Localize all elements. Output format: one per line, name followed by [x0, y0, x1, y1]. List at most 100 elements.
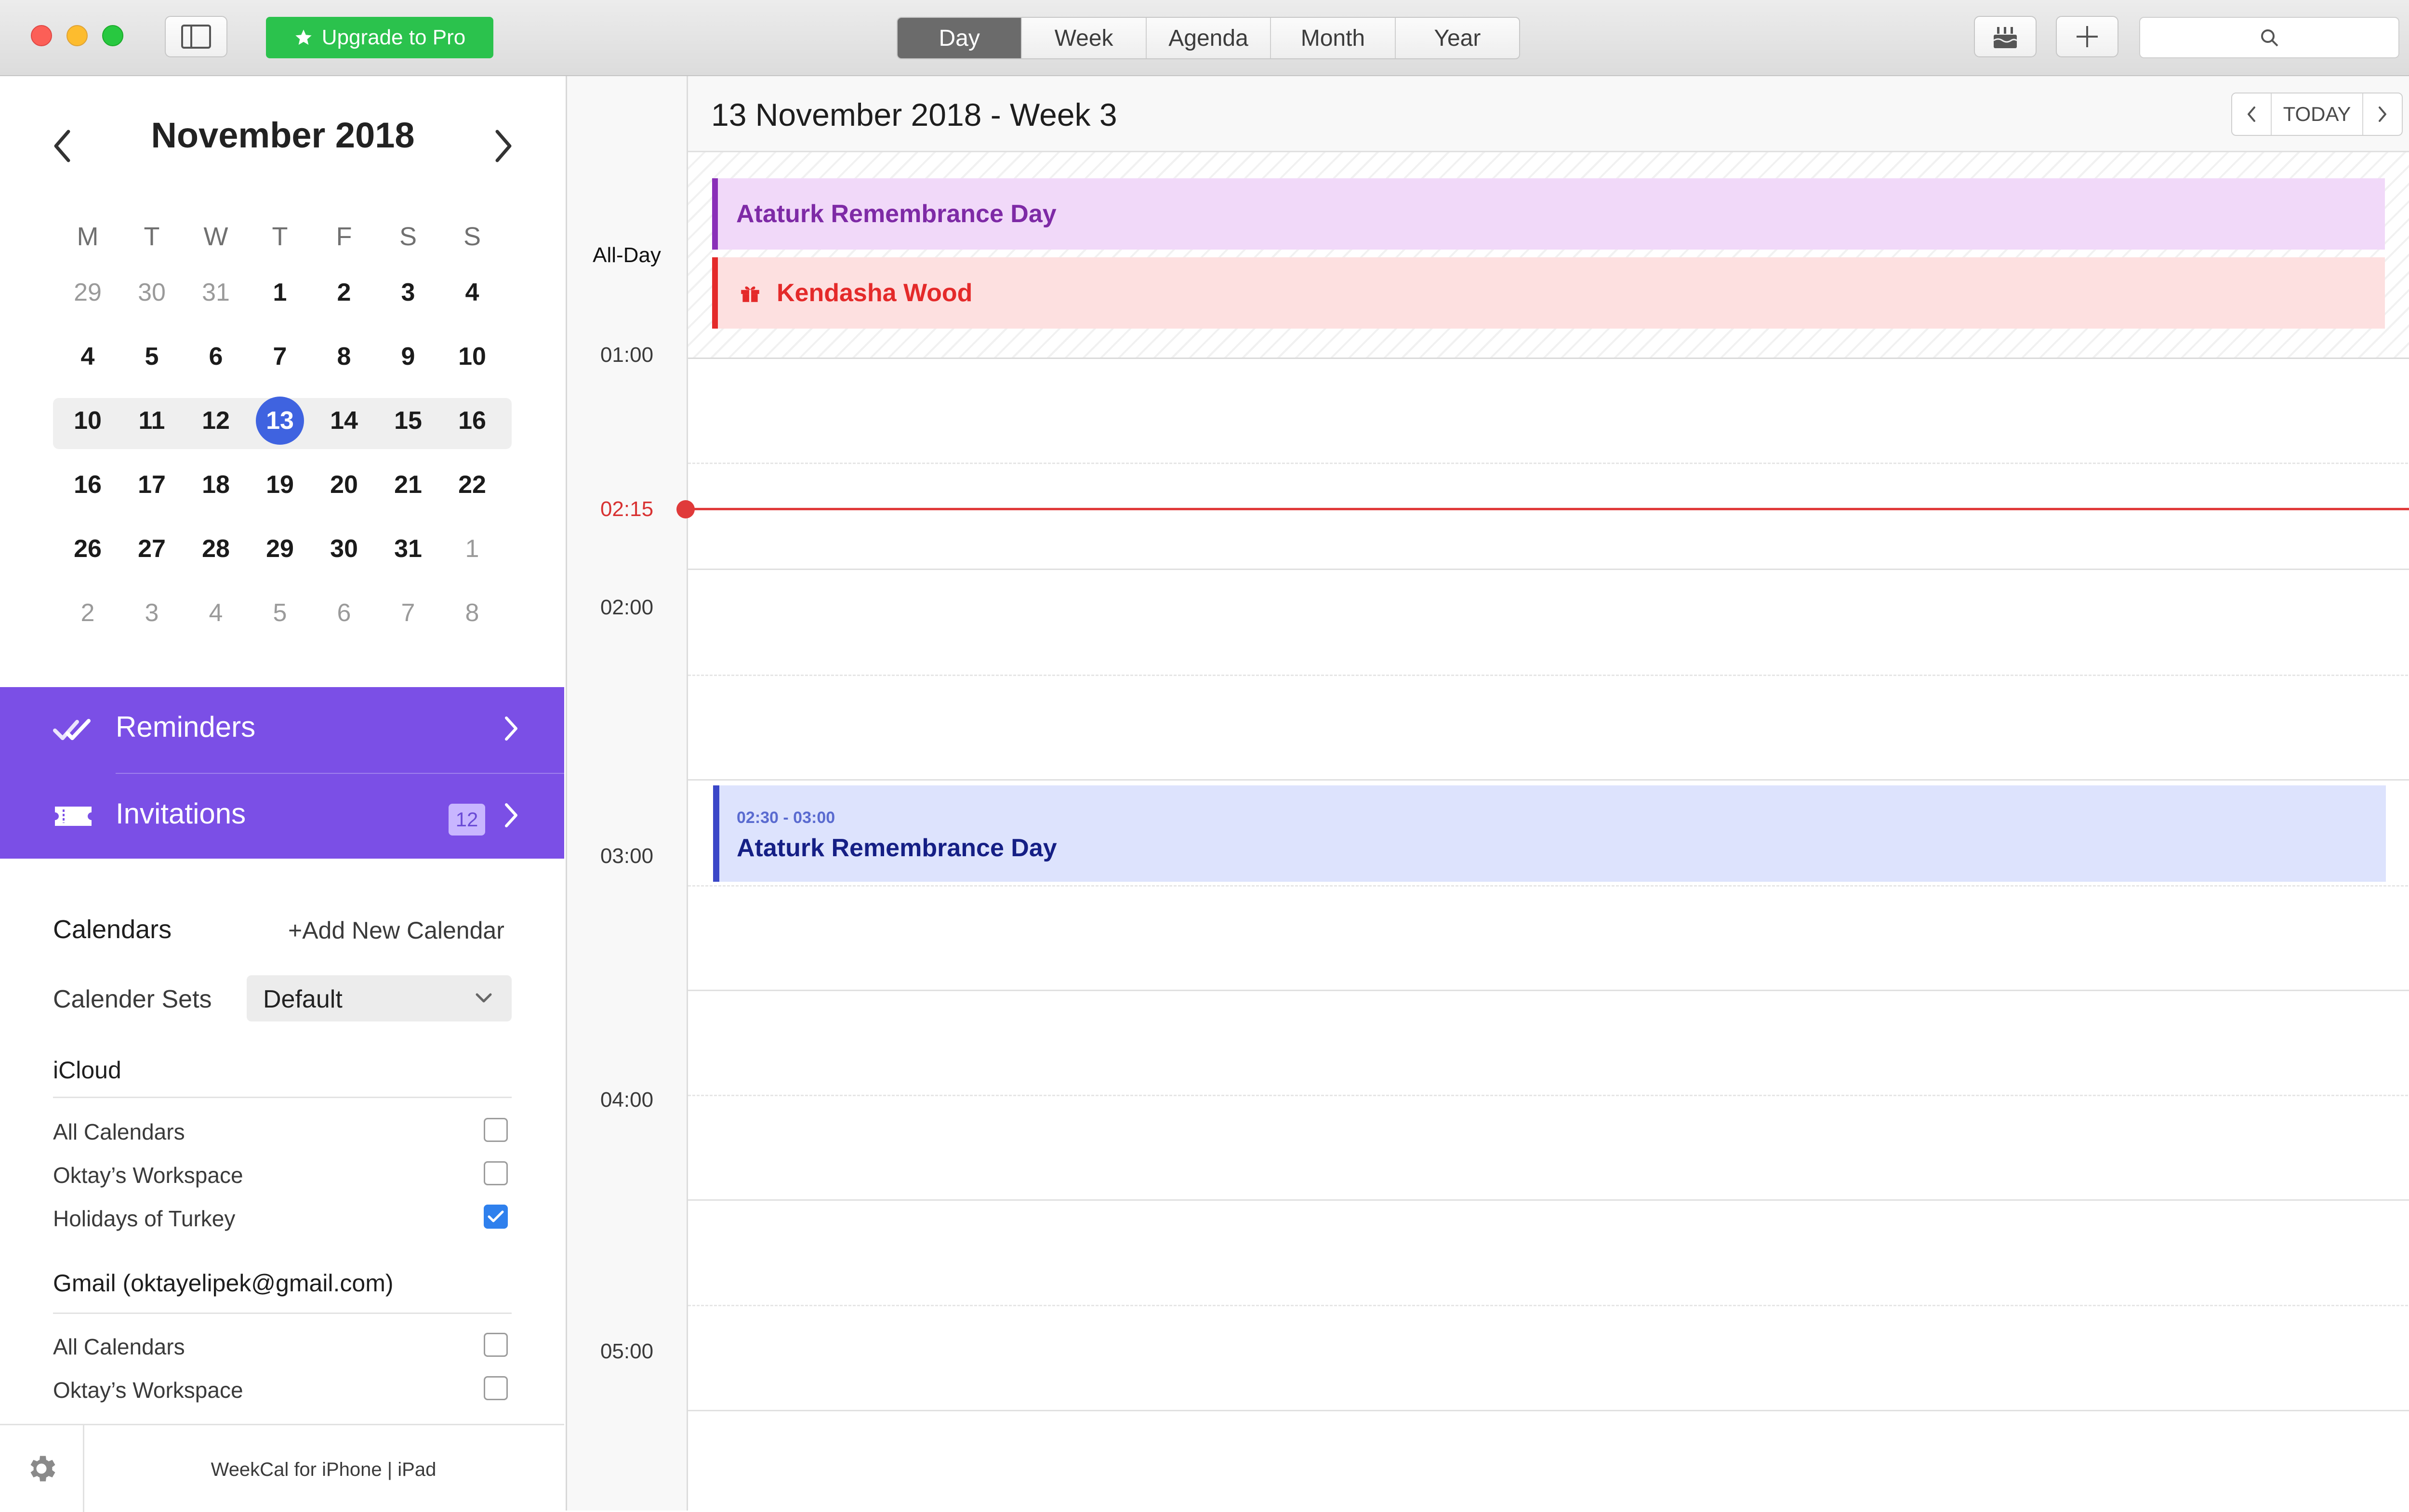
invitations-row[interactable]: Invitations 12: [0, 774, 564, 860]
day-number: 6: [337, 599, 351, 627]
add-new-calendar-link[interactable]: +Add New Calendar: [288, 916, 504, 944]
mini-calendar-day[interactable]: 4: [189, 589, 242, 637]
mini-calendar-day[interactable]: 6: [189, 332, 242, 381]
search-field[interactable]: [2139, 17, 2399, 58]
mini-calendar-day[interactable]: 18: [189, 461, 242, 509]
calendar-item-label: All Calendars: [53, 1119, 185, 1144]
mini-calendar-day[interactable]: 26: [61, 525, 114, 573]
mini-calendar-day[interactable]: 6: [318, 589, 371, 637]
day-number: 29: [74, 279, 102, 306]
mini-calendar-day[interactable]: 29: [61, 268, 114, 317]
mini-calendar-day[interactable]: 3: [382, 268, 435, 317]
next-month-button[interactable]: [487, 124, 520, 168]
previous-day-button[interactable]: [2232, 93, 2272, 135]
ticket-icon: [55, 807, 92, 826]
mini-calendar-day[interactable]: 5: [253, 589, 306, 637]
mini-calendar-day[interactable]: 3: [125, 589, 178, 637]
mini-calendar-day[interactable]: 28: [189, 525, 242, 573]
mini-calendar-day[interactable]: 7: [253, 332, 306, 381]
time-gutter: [567, 76, 688, 1511]
mini-calendar-day[interactable]: 30: [125, 268, 178, 317]
hour-line: [688, 990, 2409, 991]
day-number: 16: [458, 407, 486, 435]
timed-event[interactable]: 02:30 - 03:00 Ataturk Remembrance Day: [713, 785, 2386, 882]
mini-calendar-day[interactable]: 4: [446, 268, 499, 317]
add-event-button[interactable]: [2056, 16, 2118, 57]
mini-calendar-day[interactable]: 19: [253, 461, 306, 509]
mini-calendar-day[interactable]: 2: [61, 589, 114, 637]
calendar-sets-select[interactable]: Default: [247, 975, 512, 1021]
mini-calendar-day[interactable]: 30: [318, 525, 371, 573]
divider: [53, 1313, 512, 1314]
minimize-window-button[interactable]: [66, 25, 88, 46]
mini-calendar-day[interactable]: 10: [446, 332, 499, 381]
mini-calendar-day[interactable]: 1: [253, 268, 306, 317]
toggle-sidebar-button[interactable]: [165, 16, 227, 57]
mini-calendar-day[interactable]: 22: [446, 461, 499, 509]
all-day-event[interactable]: Ataturk Remembrance Day: [712, 178, 2385, 250]
mini-calendar-day[interactable]: 11: [125, 397, 178, 445]
mini-calendar-day[interactable]: 29: [253, 525, 306, 573]
mini-calendar-day[interactable]: 1: [446, 525, 499, 573]
half-hour-line: [688, 1305, 2409, 1306]
half-hour-line: [688, 675, 2409, 676]
mini-calendar-day[interactable]: 8: [446, 589, 499, 637]
zoom-window-button[interactable]: [102, 25, 123, 46]
upgrade-to-pro-button[interactable]: Upgrade to Pro: [266, 17, 493, 58]
reminders-row[interactable]: Reminders: [0, 687, 564, 773]
mini-calendar-day[interactable]: 9: [382, 332, 435, 381]
day-number: 4: [80, 343, 95, 371]
day-number: 27: [138, 535, 166, 563]
close-window-button[interactable]: [31, 25, 52, 46]
settings-button[interactable]: [0, 1425, 84, 1512]
mini-calendar-day[interactable]: 16: [446, 397, 499, 445]
mini-calendar-day[interactable]: 2: [318, 268, 371, 317]
gift-icon: [741, 286, 759, 302]
mini-calendar-day[interactable]: 10: [61, 397, 114, 445]
mini-calendar-day[interactable]: 8: [318, 332, 371, 381]
mini-calendar-day-selected[interactable]: 13: [253, 397, 306, 445]
mini-calendar-day[interactable]: 4: [61, 332, 114, 381]
hour-label: 05:00: [600, 1340, 654, 1363]
reminders-label: Reminders: [116, 711, 256, 743]
calendar-checkbox[interactable]: [484, 1333, 508, 1357]
calendar-sets-label: Calender Sets: [53, 985, 212, 1013]
calendar-checkbox[interactable]: [484, 1376, 508, 1400]
mini-calendar-day[interactable]: 12: [189, 397, 242, 445]
next-day-button[interactable]: [2363, 93, 2402, 135]
mini-calendar-day[interactable]: 7: [382, 589, 435, 637]
tab-month[interactable]: Month: [1271, 18, 1396, 58]
tab-day[interactable]: Day: [898, 18, 1022, 58]
tab-week[interactable]: Week: [1022, 18, 1147, 58]
day-number: 10: [74, 407, 102, 435]
day-number: 31: [202, 279, 230, 306]
mini-calendar-day[interactable]: 5: [125, 332, 178, 381]
mini-calendar-day[interactable]: 27: [125, 525, 178, 573]
mini-calendar-day[interactable]: 15: [382, 397, 435, 445]
today-button[interactable]: TODAY: [2272, 93, 2363, 135]
mini-calendar-day[interactable]: 17: [125, 461, 178, 509]
calendar-checkbox[interactable]: [484, 1161, 508, 1185]
all-day-event[interactable]: Kendasha Wood: [712, 257, 2385, 329]
account-name: iCloud: [53, 1057, 121, 1084]
mini-calendar-day[interactable]: 31: [382, 525, 435, 573]
chevron-right-icon: [505, 716, 517, 741]
event-time: 02:30 - 03:00: [737, 809, 835, 827]
mini-calendar-day[interactable]: 31: [189, 268, 242, 317]
mini-calendar-day[interactable]: 16: [61, 461, 114, 509]
tab-agenda[interactable]: Agenda: [1147, 18, 1271, 58]
day-number: 9: [401, 343, 415, 371]
calendar-item-label: All Calendars: [53, 1334, 185, 1359]
calendar-checkbox[interactable]: [484, 1118, 508, 1142]
footer-links[interactable]: WeekCal for iPhone | iPad: [83, 1459, 564, 1481]
day-number: 26: [74, 535, 102, 563]
calendar-checkbox-checked[interactable]: [484, 1205, 508, 1229]
mini-calendar-day[interactable]: 21: [382, 461, 435, 509]
hour-line: [688, 1199, 2409, 1201]
birthdays-button[interactable]: [1974, 16, 2037, 57]
mini-calendar-day[interactable]: 14: [318, 397, 371, 445]
current-time-line: [688, 508, 2409, 510]
hour-label: 04:00: [600, 1088, 654, 1112]
mini-calendar-day[interactable]: 20: [318, 461, 371, 509]
tab-year[interactable]: Year: [1396, 18, 1519, 58]
